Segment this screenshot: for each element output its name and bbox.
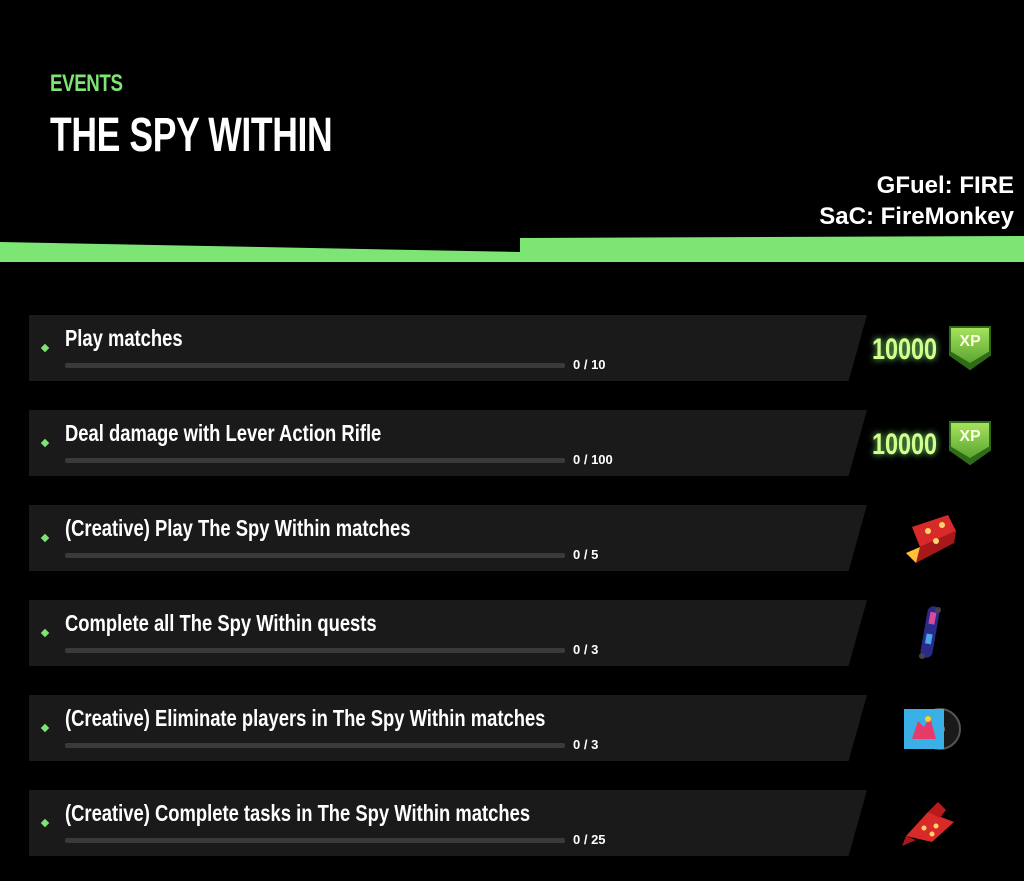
quest-row[interactable]: (Creative) Play The Spy Within matches 0 … <box>29 505 867 571</box>
quest-reward: 10000 XP <box>870 315 1000 381</box>
xp-label: XP <box>959 428 981 445</box>
music-pack-icon <box>898 699 962 759</box>
credit-line: SaC: FireMonkey <box>819 203 1014 230</box>
quest-title: (Creative) Play The Spy Within matches <box>65 515 411 541</box>
event-title: THE SPY WITHIN <box>50 109 333 162</box>
quest-progress-bar <box>65 743 565 748</box>
xp-label: XP <box>959 333 981 350</box>
quest-reward <box>870 790 1000 856</box>
credit-line: GFuel: FIRE <box>876 172 1014 199</box>
quest-progress-bar <box>65 838 565 843</box>
quest-bullet-icon <box>40 723 50 733</box>
quest-row[interactable]: Complete all The Spy Within quests 0 / 3 <box>29 600 867 666</box>
quest-bullet-icon <box>40 628 50 638</box>
xp-amount: 10000 <box>872 333 938 366</box>
quest-bullet-icon <box>40 818 50 828</box>
quest-reward <box>870 600 1000 666</box>
quest-bullet-icon <box>40 533 50 543</box>
quest-title: Play matches <box>65 325 183 351</box>
wrap-icon <box>898 509 962 569</box>
quest-reward <box>870 695 1000 761</box>
quest-row[interactable]: Play matches 0 / 10 <box>29 315 867 381</box>
quest-reward: 10000 XP <box>870 410 1000 476</box>
quest-progress-bar <box>65 648 565 653</box>
skateboard-icon <box>898 604 962 664</box>
accent-band <box>0 236 1024 262</box>
quest-progress-bar <box>65 363 565 368</box>
quest-bullet-icon <box>40 438 50 448</box>
bandana-icon <box>898 794 962 854</box>
quest-progress-text: 0 / 3 <box>573 642 599 657</box>
quest-row[interactable]: (Creative) Eliminate players in The Spy … <box>29 695 867 761</box>
quest-reward <box>870 505 1000 571</box>
quest-title: Complete all The Spy Within quests <box>65 610 377 636</box>
xp-amount: 10000 <box>872 428 938 461</box>
credits: GFuel: FIRE SaC: FireMonkey <box>819 170 1014 232</box>
quest-title: (Creative) Eliminate players in The Spy … <box>65 705 546 731</box>
quest-progress-text: 0 / 10 <box>573 357 606 372</box>
quest-title: Deal damage with Lever Action Rifle <box>65 420 382 446</box>
quest-progress-bar <box>65 553 565 558</box>
quest-bullet-icon <box>40 343 50 353</box>
xp-badge-icon: XP <box>948 325 992 371</box>
quest-progress-text: 0 / 3 <box>573 737 599 752</box>
quest-progress-text: 0 / 25 <box>573 832 606 847</box>
quest-row[interactable]: Deal damage with Lever Action Rifle 0 / 1… <box>29 410 867 476</box>
quest-title: (Creative) Complete tasks in The Spy Wit… <box>65 800 531 826</box>
quest-row[interactable]: (Creative) Complete tasks in The Spy Wit… <box>29 790 867 856</box>
event-category: EVENTS <box>50 70 123 97</box>
quest-progress-bar <box>65 458 565 463</box>
quest-progress-text: 0 / 5 <box>573 547 599 562</box>
quest-progress-text: 0 / 100 <box>573 452 613 467</box>
xp-badge-icon: XP <box>948 420 992 466</box>
